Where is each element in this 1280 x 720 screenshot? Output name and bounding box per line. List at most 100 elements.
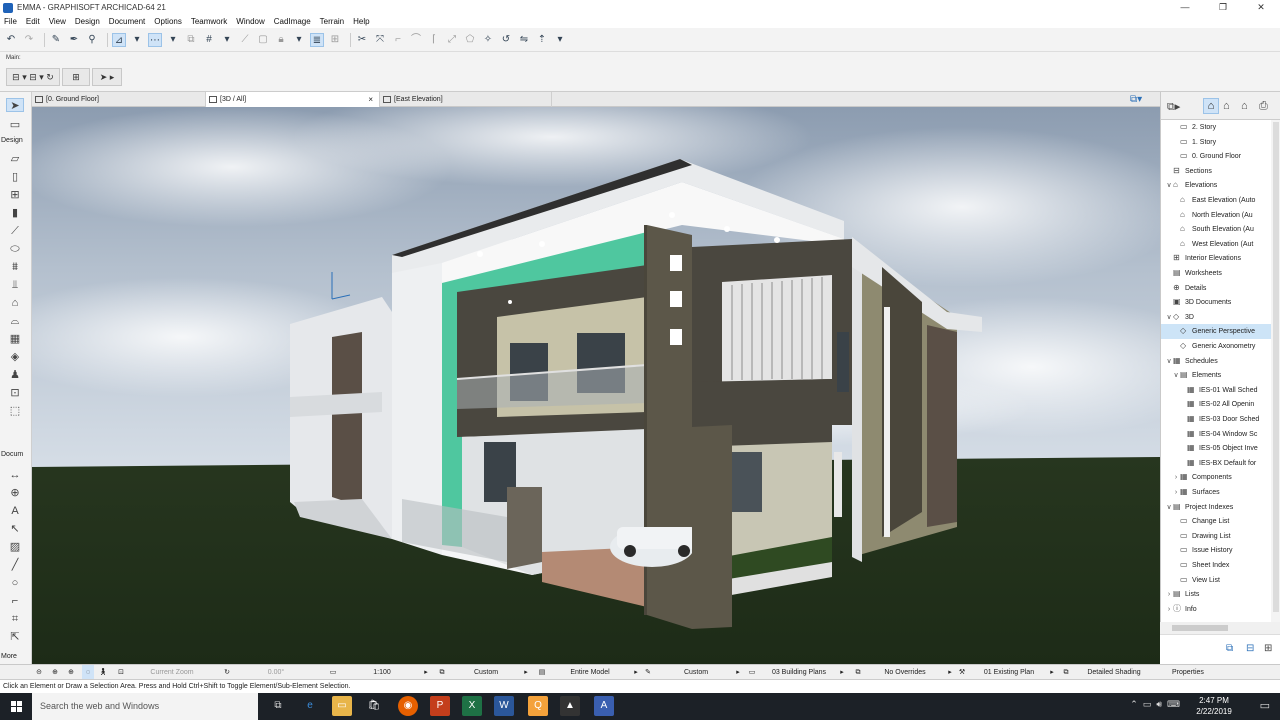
fill-tool-icon[interactable]: ▨ [6, 540, 24, 554]
project-map-icon[interactable]: ⌂ [1203, 98, 1219, 114]
door-tool-icon[interactable]: ▯ [6, 170, 24, 184]
navigator-item[interactable]: ◇ Generic Axonometry [1161, 339, 1271, 354]
menu-design[interactable]: Design [75, 17, 100, 26]
menu-document[interactable]: Document [109, 17, 145, 26]
zone-tool-icon[interactable]: ⊡ [6, 386, 24, 400]
scale-icon[interactable]: ▭ [326, 665, 340, 680]
start-button[interactable] [0, 693, 32, 720]
zoom-to-fit-icon[interactable]: ⊕ [66, 665, 76, 680]
structure-display-field[interactable]: Entire Model [548, 665, 632, 680]
tab-ground-floor[interactable]: [0. Ground Floor] [32, 92, 206, 107]
rotate-view-icon[interactable]: ↻ [222, 665, 232, 680]
navigator-item[interactable]: ▦ IES-BX Default for [1161, 456, 1271, 471]
renovation-dropdown-icon[interactable]: ▸ [1048, 665, 1056, 680]
navigator-item[interactable]: ▦ IES-05 Object Inve [1161, 441, 1271, 456]
grid-icon[interactable]: # [202, 33, 216, 47]
navigator-item[interactable]: ▭ 0. Ground Floor [1161, 149, 1271, 164]
dropdown-chevron-icon[interactable]: ▾ [130, 33, 144, 47]
navigator-item[interactable]: ▦ IES-04 Window Sc [1161, 427, 1271, 442]
firefox-icon[interactable]: ◉ [398, 696, 418, 716]
pick-up-parameters-icon[interactable]: ✎ [49, 33, 63, 47]
close-button[interactable]: ✕ [1242, 0, 1280, 15]
current-zoom-field[interactable]: Current Zoom [130, 665, 214, 680]
marquee-tool-icon[interactable]: ▭ [6, 118, 24, 132]
marquee-icon[interactable]: ▢ [256, 33, 270, 47]
morph-tool-icon[interactable]: ◈ [6, 350, 24, 364]
circle-tool-icon[interactable]: ○ [6, 576, 24, 590]
navigator-item[interactable]: › ⓘ Info [1161, 602, 1271, 617]
wall-tool-icon[interactable]: ▱ [6, 152, 24, 166]
navigator-item[interactable]: ⊟ Sections [1161, 164, 1271, 179]
arrow-tool-settings[interactable]: ⊞ [62, 68, 90, 86]
shading-icon[interactable]: ⧉ [1060, 665, 1072, 680]
resize-icon[interactable]: ⤢ [445, 33, 459, 47]
settings-icon[interactable]: ⊟ [1246, 643, 1254, 654]
expand-chevron-icon[interactable]: ∨ [1165, 311, 1173, 325]
navigator-item[interactable]: ⊞ Interior Elevations [1161, 251, 1271, 266]
taskbar-clock[interactable]: 2:47 PM 2/22/2019 [1184, 695, 1244, 717]
object-tool-icon[interactable]: ♟ [6, 368, 24, 382]
archicad-taskbar-icon[interactable]: A [594, 696, 614, 716]
navigator-item[interactable]: ▦ IES-02 All Openin [1161, 397, 1271, 412]
renovation-filter-field[interactable]: 01 Existing Plan [968, 665, 1050, 680]
stair-tool-icon[interactable]: ⩩ [6, 260, 24, 274]
new-view-icon[interactable]: ⧉ [1226, 643, 1233, 654]
expand-chevron-icon[interactable]: ∨ [1165, 501, 1173, 515]
split-icon[interactable]: ✂ [355, 33, 369, 47]
adjust-icon[interactable]: ⤧ [373, 33, 387, 47]
polyline-tool-icon[interactable]: ⌐ [6, 594, 24, 608]
close-tab-icon[interactable]: × [368, 92, 373, 107]
slab-tool-icon[interactable]: ⬭ [6, 242, 24, 256]
navigator-item[interactable]: ▭ 2. Story [1161, 120, 1271, 135]
elevate-icon[interactable]: ⇡ [535, 33, 549, 47]
scrollbar-thumb[interactable] [1172, 625, 1228, 631]
more-tools-button[interactable]: More [1, 653, 17, 660]
zoom-in-icon[interactable]: ⊕ [50, 665, 60, 680]
publisher-sets-icon[interactable]: ⎙ [1259, 100, 1268, 113]
layer-dropdown-icon[interactable]: ▸ [522, 665, 530, 680]
navigator-item[interactable]: ▤ Worksheets [1161, 266, 1271, 281]
app-q-icon[interactable]: Q [528, 696, 548, 716]
navigator-item[interactable]: ∨▦ Schedules [1161, 354, 1271, 369]
graphic-overrides-field[interactable]: No Overrides [862, 665, 948, 680]
collapse-chevron-icon[interactable]: › [1165, 603, 1173, 617]
navigator-item[interactable]: ▦ IES-01 Wall Sched [1161, 383, 1271, 398]
action-center-icon[interactable]: ▭ [1260, 699, 1270, 712]
orbit-icon[interactable]: ◌ [82, 665, 94, 680]
renovation-filter-icon[interactable]: ⚒ [956, 665, 968, 680]
line-tool-icon[interactable]: ╱ [6, 558, 24, 572]
minimize-button[interactable]: — [1166, 0, 1204, 15]
navigator-item[interactable]: ⌂ North Elevation (Au [1161, 208, 1271, 223]
label-tool-icon[interactable]: ↖ [6, 522, 24, 536]
tab-east-elevation[interactable]: [East Elevation] [380, 92, 552, 107]
tab-3d-all[interactable]: [3D / All] × [206, 92, 380, 107]
mirror-icon[interactable]: ⇋ [517, 33, 531, 47]
navigator-horizontal-scrollbar[interactable] [1160, 622, 1280, 634]
lock-icon[interactable]: 🔒︎ [274, 33, 288, 47]
navigator-item[interactable]: ▭ View List [1161, 573, 1271, 588]
navigator-item[interactable]: ▭ Change List [1161, 514, 1271, 529]
photos-icon[interactable]: ▲ [560, 696, 580, 716]
walk-icon[interactable]: 🚶︎ [98, 665, 108, 680]
navigator-item[interactable]: ◇ Generic Perspective [1161, 324, 1271, 339]
magic-wand-icon[interactable]: ✧ [481, 33, 495, 47]
menu-file[interactable]: File [4, 17, 17, 26]
task-view-icon[interactable]: ⧉ [268, 696, 288, 716]
navigator-item[interactable]: ▭ Drawing List [1161, 529, 1271, 544]
menu-options[interactable]: Options [154, 17, 182, 26]
eyedropper-icon[interactable]: ⚲ [85, 33, 99, 47]
maximize-button[interactable]: ❐ [1204, 0, 1242, 15]
dropdown-chevron-icon[interactable]: ▾ [166, 33, 180, 47]
volume-icon[interactable]: 🔊︎ [1156, 699, 1162, 709]
dropdown-chevron-icon[interactable]: ▾ [220, 33, 234, 47]
model-view-dropdown-icon[interactable]: ▸ [838, 665, 846, 680]
column-tool-icon[interactable]: ▮ [6, 206, 24, 220]
view-options-icon[interactable]: ⧉▾ [1130, 94, 1142, 105]
expand-chevron-icon[interactable]: ∨ [1165, 355, 1173, 369]
renovation-icon[interactable]: ⊞ [328, 33, 342, 47]
snap-guides-icon[interactable]: ⋯ [148, 32, 162, 47]
selection-method-buttons[interactable]: ⊟ ▾ ⊟ ▾ ↻ [6, 68, 60, 86]
overrides-dropdown-icon[interactable]: ▸ [946, 665, 954, 680]
collapse-chevron-icon[interactable]: › [1165, 588, 1173, 602]
store-icon[interactable]: 🛍︎ [364, 696, 384, 716]
